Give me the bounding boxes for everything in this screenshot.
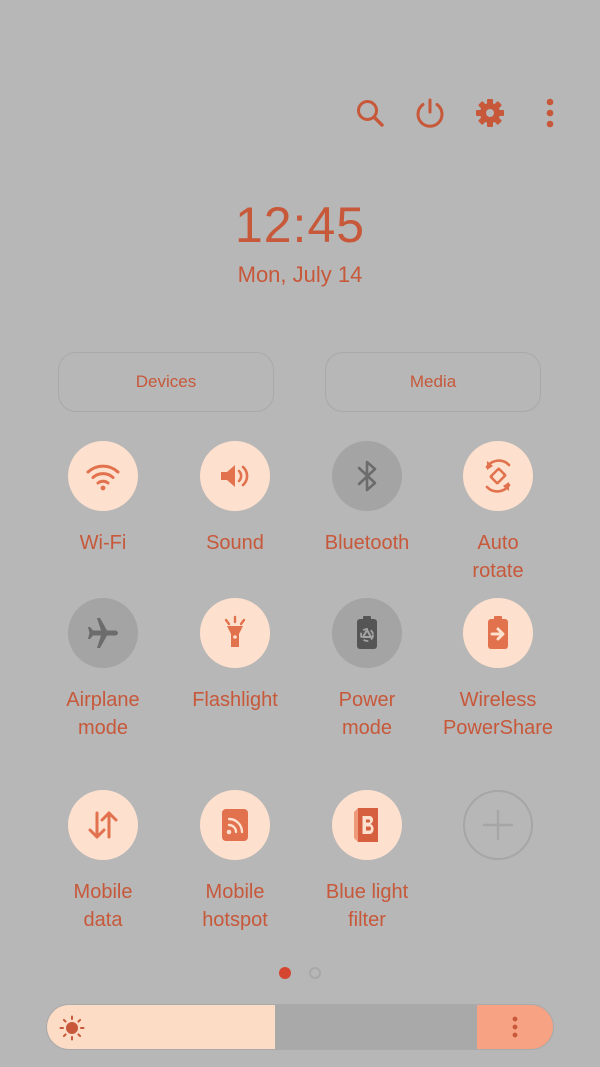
- tile-wifi[interactable]: Wi-Fi: [37, 441, 169, 557]
- tile-label: Sound: [206, 532, 264, 554]
- mobile-data-toggle[interactable]: [68, 790, 138, 860]
- more-vertical-icon: [512, 1016, 518, 1038]
- hotspot-icon: [222, 809, 248, 841]
- power-icon: [416, 98, 444, 128]
- sun-icon: [59, 1015, 85, 1041]
- blue-light-filter-icon: [354, 808, 378, 842]
- tile-power-mode[interactable]: Power mode: [301, 598, 433, 742]
- sound-toggle[interactable]: [200, 441, 270, 511]
- search-icon: [357, 100, 384, 127]
- tile-label: Flashlight: [192, 689, 278, 711]
- auto-rotate-icon: [485, 459, 511, 493]
- power-button[interactable]: [410, 92, 450, 134]
- tile-label: Bluetooth: [324, 532, 410, 554]
- clock-date[interactable]: Mon, July 14: [0, 262, 600, 288]
- up-down-arrows-icon: [88, 811, 118, 839]
- tile-auto-rotate[interactable]: Auto rotate: [432, 441, 564, 585]
- blue-light-toggle[interactable]: [332, 790, 402, 860]
- tile-label: Wi-Fi: [79, 532, 127, 554]
- page-indicator: [0, 967, 600, 979]
- flashlight-toggle[interactable]: [200, 598, 270, 668]
- wifi-toggle[interactable]: [68, 441, 138, 511]
- tile-blue-light-filter[interactable]: Blue light filter: [301, 790, 433, 934]
- tile-wireless-powershare[interactable]: Wireless PowerShare: [432, 598, 564, 742]
- tile-label: Wireless PowerShare: [442, 689, 554, 739]
- auto-rotate-toggle[interactable]: [463, 441, 533, 511]
- tile-sound[interactable]: Sound: [169, 441, 301, 557]
- page-dot-2[interactable]: [309, 967, 321, 979]
- tile-label: Auto rotate: [472, 532, 524, 582]
- add-tile-button[interactable]: [463, 790, 533, 860]
- wifi-icon: [86, 464, 120, 491]
- brightness-options-button[interactable]: [477, 1005, 553, 1049]
- bluetooth-toggle[interactable]: [332, 441, 402, 511]
- more-vertical-icon: [546, 98, 554, 128]
- airplane-toggle[interactable]: [68, 598, 138, 668]
- quick-panel-toolbar: [350, 92, 570, 134]
- tile-mobile-data[interactable]: Mobile data: [37, 790, 169, 934]
- bluetooth-icon: [357, 460, 377, 492]
- clock-time[interactable]: 12:45: [0, 196, 600, 254]
- tile-label: Mobile hotspot: [202, 881, 268, 931]
- tile-mobile-hotspot[interactable]: Mobile hotspot: [169, 790, 301, 934]
- battery-recycle-icon: [357, 616, 377, 649]
- media-button[interactable]: Media: [325, 352, 541, 412]
- tile-airplane-mode[interactable]: Airplane mode: [37, 598, 169, 742]
- battery-share-icon: [488, 616, 508, 649]
- tile-add-button[interactable]: [432, 790, 564, 860]
- devices-button[interactable]: Devices: [58, 352, 274, 412]
- power-mode-toggle[interactable]: [332, 598, 402, 668]
- tile-flashlight[interactable]: Flashlight: [169, 598, 301, 714]
- speaker-icon: [221, 465, 249, 487]
- plus-icon: [482, 809, 514, 841]
- search-button[interactable]: [350, 92, 390, 134]
- more-options-button[interactable]: [530, 92, 570, 134]
- settings-button[interactable]: [470, 92, 510, 134]
- page-dot-1[interactable]: [279, 967, 291, 979]
- airplane-icon: [88, 618, 118, 648]
- tile-label: Blue light filter: [325, 881, 409, 931]
- gear-icon: [476, 99, 504, 127]
- tile-label: Airplane mode: [66, 689, 140, 739]
- powershare-toggle[interactable]: [463, 598, 533, 668]
- hotspot-toggle[interactable]: [200, 790, 270, 860]
- flashlight-icon: [224, 615, 246, 647]
- tile-bluetooth[interactable]: Bluetooth: [301, 441, 433, 557]
- tile-label: Mobile data: [73, 881, 133, 931]
- tile-label: Power mode: [338, 689, 396, 739]
- brightness-slider[interactable]: [46, 1004, 554, 1050]
